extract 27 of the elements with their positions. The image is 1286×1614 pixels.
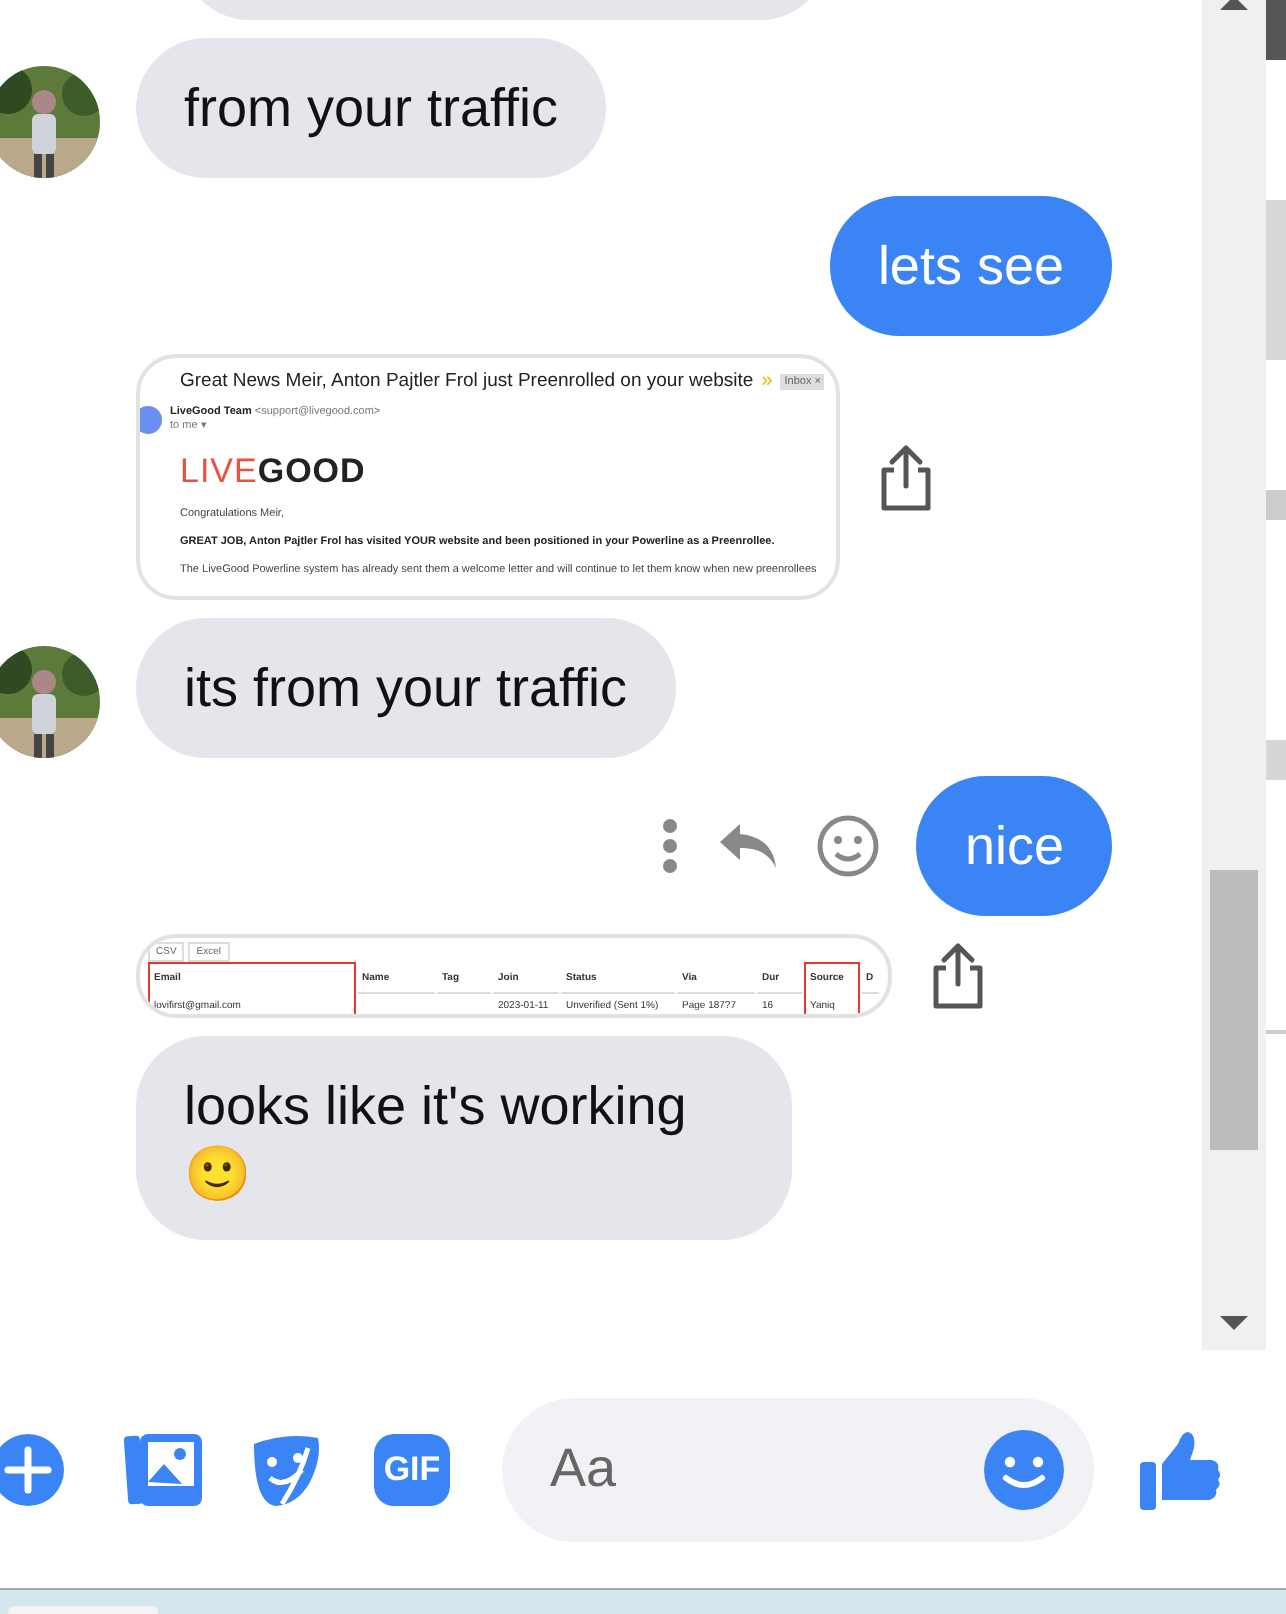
photo-icon[interactable] bbox=[124, 1429, 204, 1509]
sticker-icon[interactable] bbox=[248, 1431, 324, 1507]
message-bubble: from your traffic bbox=[136, 38, 607, 178]
share-icon[interactable] bbox=[928, 940, 988, 1012]
more-icon[interactable] bbox=[660, 816, 681, 876]
emoji-icon[interactable] bbox=[816, 814, 881, 878]
message-bubble: lets see bbox=[829, 196, 1112, 336]
thumbs-up-icon[interactable] bbox=[1138, 1427, 1222, 1511]
brand-logo: LIVEGOOD bbox=[180, 452, 368, 492]
scroll-up-icon[interactable] bbox=[1220, 0, 1248, 10]
email-subject: Great News Meir, Anton Pajtler Frol just Preenrolled on your website bbox=[180, 370, 754, 392]
reply-icon[interactable] bbox=[716, 820, 781, 872]
avatar bbox=[0, 646, 100, 758]
scroll-down-icon[interactable] bbox=[1220, 1316, 1248, 1330]
message-bubble: nice bbox=[916, 776, 1112, 916]
scrollbar[interactable] bbox=[1202, 0, 1266, 1350]
share-icon[interactable] bbox=[876, 441, 936, 513]
emoji-icon[interactable] bbox=[982, 1427, 1066, 1511]
email-screenshot[interactable] bbox=[136, 354, 840, 600]
sender-avatar bbox=[140, 406, 162, 434]
message-field[interactable]: Aa bbox=[502, 1397, 1094, 1541]
message-bubble: its from your traffic bbox=[136, 618, 676, 758]
avatar bbox=[0, 66, 100, 178]
gif-button[interactable]: GIF bbox=[374, 1433, 450, 1505]
scrollbar-thumb[interactable] bbox=[1210, 870, 1258, 1150]
message-bubble: looks like it's working 🙂 bbox=[136, 1036, 792, 1240]
importance-marker: » bbox=[761, 370, 773, 392]
